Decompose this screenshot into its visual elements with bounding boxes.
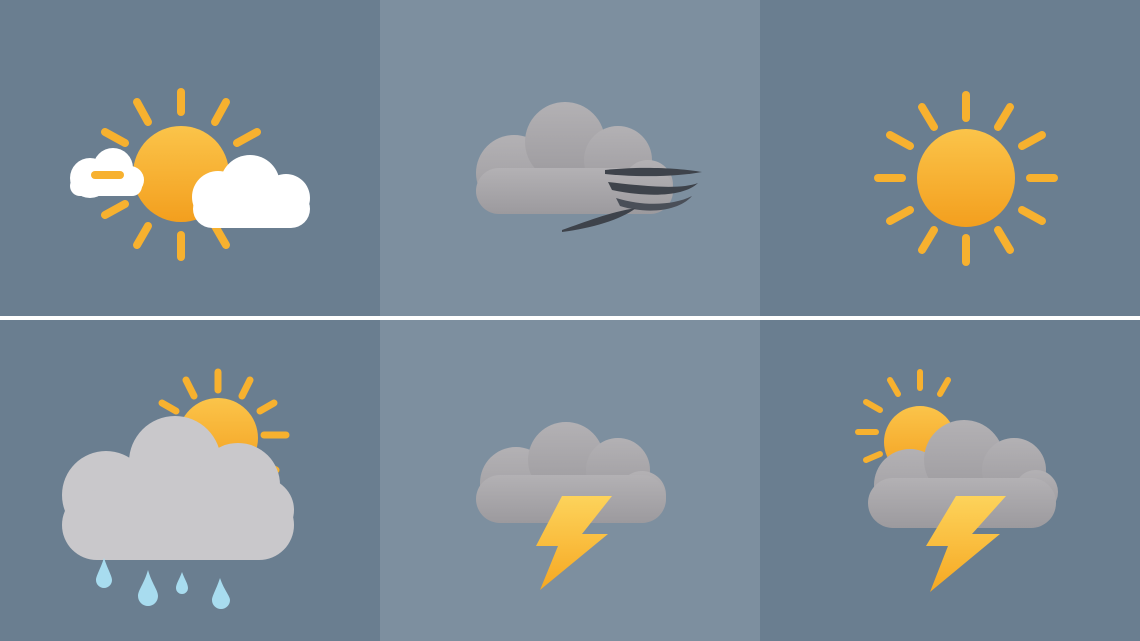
weather-icon-grid: [0, 0, 1140, 641]
tile-scattered-thunderstorms: [760, 320, 1140, 641]
sun-behind-clouds-icon: [70, 88, 310, 261]
tile-wind: [380, 0, 760, 316]
tile-thunderstorm: [380, 320, 760, 641]
sun-cloud-rain-icon: [62, 368, 294, 609]
tile-partly-sunny: [0, 0, 380, 316]
cloud-lightning-icon: [476, 422, 666, 590]
tile-sunny: [760, 0, 1140, 316]
row-divider: [0, 316, 1140, 320]
windy-cloud-icon: [476, 102, 702, 232]
sun-icon: [874, 91, 1058, 266]
sun-cloud-lightning-icon: [855, 369, 1058, 592]
tile-showers: [0, 320, 380, 641]
